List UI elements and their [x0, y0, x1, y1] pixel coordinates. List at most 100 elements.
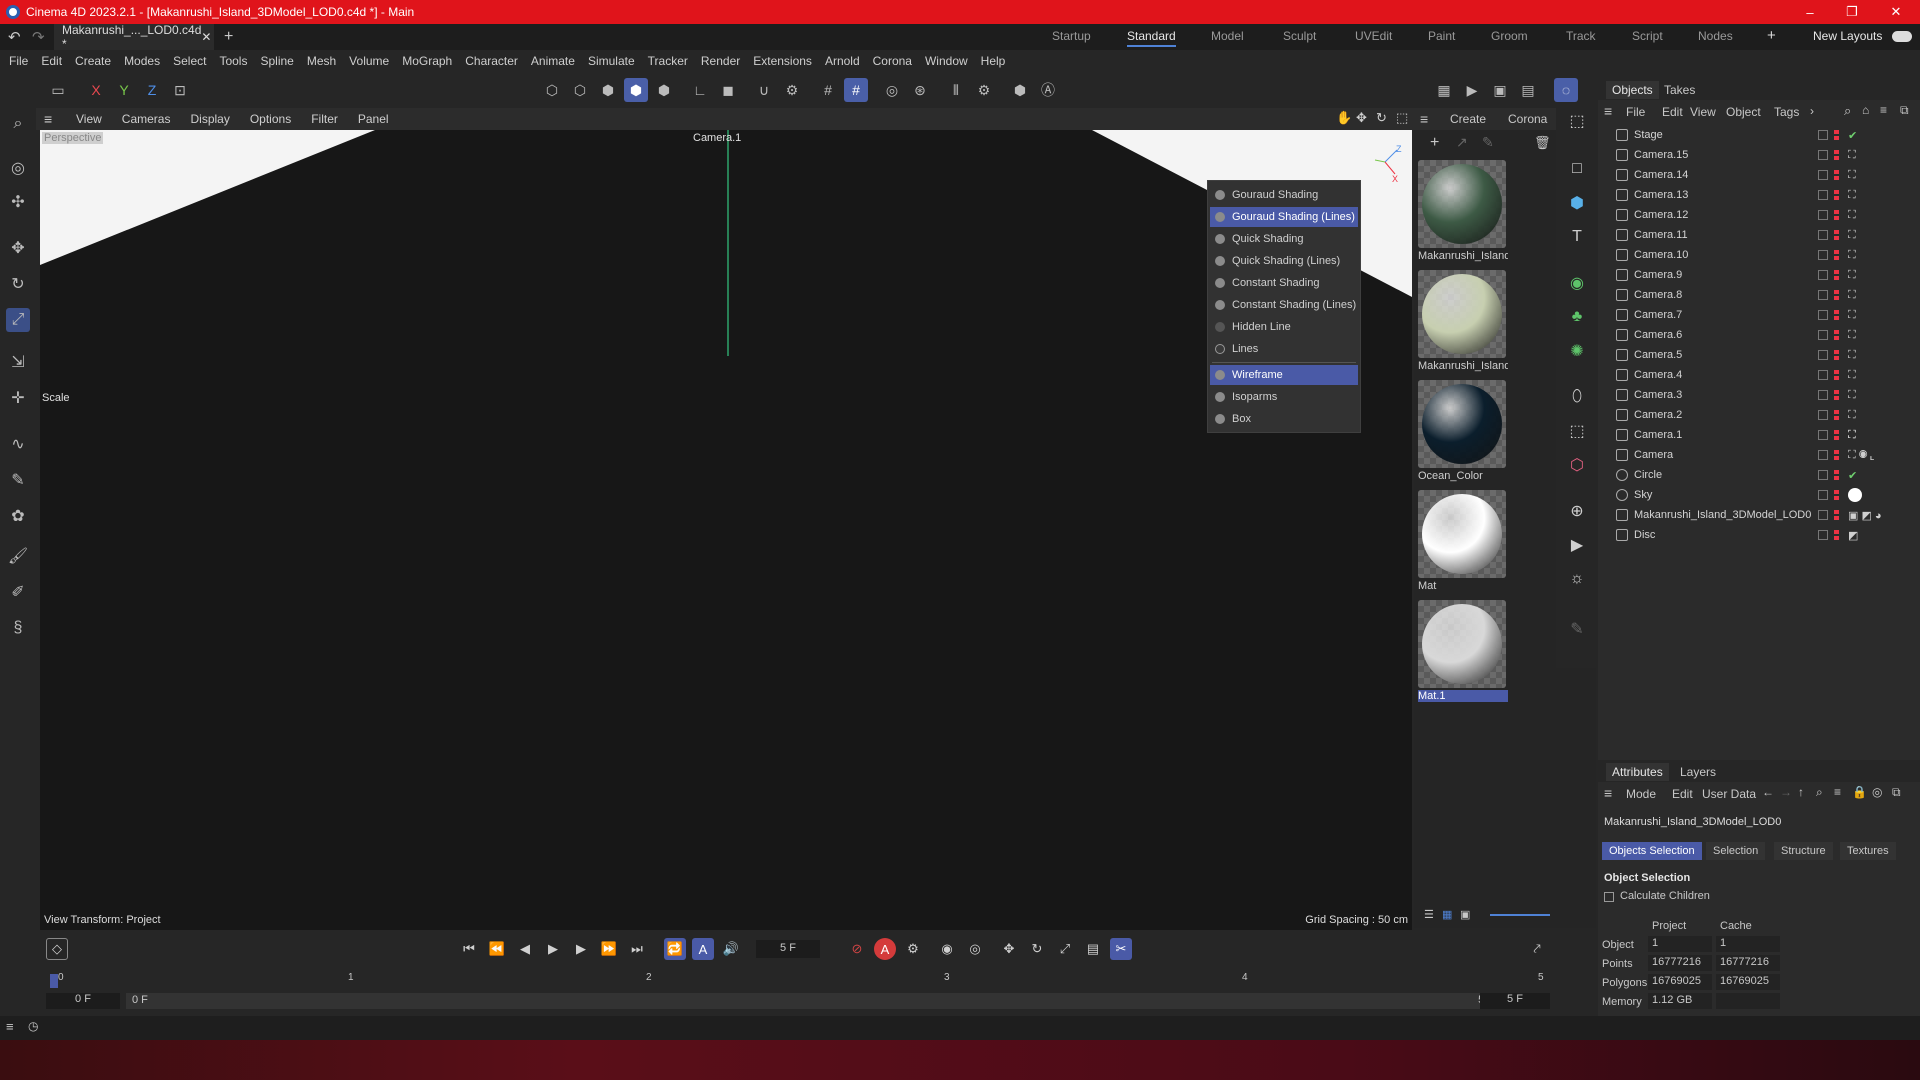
object-row-camera[interactable]: Camera.11 ⛶	[1604, 226, 1916, 244]
timeline-ruler[interactable]: 0 1 2 3 4 5	[48, 970, 1548, 990]
layout-script[interactable]: Script	[1632, 29, 1663, 43]
axis-z-lock[interactable]: Z	[140, 78, 164, 102]
sky-material-tag-icon[interactable]	[1848, 488, 1862, 502]
menu-item-gouraud-shading[interactable]: Gouraud Shading	[1210, 185, 1358, 205]
select-tool-icon[interactable]: ◎	[6, 156, 30, 180]
visibility-toggle[interactable]	[1818, 410, 1828, 420]
search-icon[interactable]: ⌕	[1816, 785, 1823, 800]
material-item[interactable]: Makanrushi_Island	[1418, 160, 1508, 266]
render-dots[interactable]	[1834, 530, 1839, 540]
filter-icon[interactable]: ≡	[1834, 785, 1841, 799]
render-dots[interactable]	[1834, 290, 1839, 300]
render-dots[interactable]	[1834, 390, 1839, 400]
edges-mode-icon[interactable]: ⬡	[568, 78, 592, 102]
edit-icon[interactable]: ✎	[1564, 616, 1590, 642]
visibility-toggle[interactable]	[1818, 210, 1828, 220]
menu-create[interactable]: Create	[75, 54, 111, 68]
layout-nodes[interactable]: Nodes	[1698, 29, 1733, 43]
menu-character[interactable]: Character	[465, 54, 518, 68]
status-menu-icon[interactable]: ≡	[6, 1019, 14, 1034]
menu-volume[interactable]: Volume	[349, 54, 389, 68]
target-tag-icon[interactable]: ⛶	[1848, 249, 1856, 262]
pan-view-icon[interactable]: ✋	[1336, 110, 1352, 126]
objects-menu-tags[interactable]: Tags	[1774, 105, 1799, 119]
search-icon[interactable]: ⌕	[1844, 103, 1851, 119]
target-tag-icon[interactable]: ⛶ ◉ ⌞	[1848, 449, 1875, 462]
coordinate-system-icon[interactable]: ⊡	[168, 78, 192, 102]
check-icon[interactable]: ✔	[1848, 129, 1857, 142]
menu-mograph[interactable]: MoGraph	[402, 54, 452, 68]
object-row-camera[interactable]: Camera.5 ⛶	[1604, 346, 1916, 364]
rotate-tool-icon[interactable]: ↻	[6, 272, 30, 296]
material-menu-create[interactable]: Create	[1450, 112, 1486, 126]
visibility-toggle[interactable]	[1818, 430, 1828, 440]
attributes-hamburger-icon[interactable]: ≡	[1604, 785, 1612, 801]
brush-icon[interactable]: 🖌	[6, 544, 30, 568]
object-row-camera[interactable]: Camera.12 ⛶	[1604, 206, 1916, 224]
menu-tracker[interactable]: Tracker	[648, 54, 688, 68]
live-selection-icon[interactable]: ✣	[6, 190, 30, 214]
forward-arrow-icon[interactable]: →	[1780, 785, 1792, 799]
undo-stack-icon[interactable]: ▭	[46, 78, 70, 102]
render-dots[interactable]	[1834, 470, 1839, 480]
material-arrow-icon[interactable]: ↗	[1456, 134, 1468, 151]
render-dots[interactable]	[1834, 430, 1839, 440]
scale-tool-icon[interactable]: ⤢	[6, 308, 30, 332]
go-to-end-icon[interactable]: ⏭	[626, 938, 648, 960]
menu-corona[interactable]: Corona	[873, 54, 912, 68]
search-icon[interactable]: ⌕	[6, 112, 30, 136]
object-row-camera[interactable]: Camera.14 ⛶	[1604, 166, 1916, 184]
object-row-camera[interactable]: Camera.2 ⛶	[1604, 406, 1916, 424]
settings-icon[interactable]: ◎	[1872, 785, 1882, 799]
render-dots[interactable]	[1834, 310, 1839, 320]
visibility-toggle[interactable]	[1818, 270, 1828, 280]
tab-attributes[interactable]: Attributes	[1606, 763, 1669, 781]
render-dots[interactable]	[1834, 250, 1839, 260]
object-row-camera[interactable]: Camera.1 ⛶	[1604, 426, 1916, 444]
min-frame-field[interactable]: 0 F	[46, 993, 120, 1009]
material-hamburger-icon[interactable]: ≡	[1420, 111, 1428, 127]
tab-takes[interactable]: Takes	[1664, 83, 1695, 97]
layout-startup[interactable]: Startup	[1052, 29, 1091, 43]
autokey-icon[interactable]: Ⓐ	[1036, 78, 1060, 102]
visibility-toggle[interactable]	[1818, 170, 1828, 180]
layout-track[interactable]: Track	[1566, 29, 1596, 43]
close-window-button[interactable]: ✕	[1876, 0, 1916, 24]
home-icon[interactable]: ⌂	[1862, 103, 1869, 117]
visibility-toggle[interactable]	[1818, 390, 1828, 400]
autokey-record-icon[interactable]: A	[874, 938, 896, 960]
visibility-toggle[interactable]	[1818, 530, 1828, 540]
render-dots[interactable]	[1834, 150, 1839, 160]
key-param-icon[interactable]: ⤢	[1054, 938, 1076, 960]
scene-node-icon[interactable]: ⬡	[1564, 452, 1590, 478]
render-dots[interactable]	[1834, 410, 1839, 420]
axis-y-lock[interactable]: Y	[112, 78, 136, 102]
maximize-button[interactable]: ❐	[1832, 0, 1872, 24]
symmetry-settings-icon[interactable]: ⚙	[972, 78, 996, 102]
object-row-stage[interactable]: Stage ✔	[1604, 126, 1916, 144]
visibility-toggle[interactable]	[1818, 490, 1828, 500]
active-camera-tag-icon[interactable]: ⛶	[1848, 429, 1856, 442]
object-row-island[interactable]: Makanrushi_Island_3DModel_LOD0 ▣ ◩ ◕	[1604, 506, 1916, 524]
render-to-viewer-icon[interactable]: ▶	[1460, 78, 1484, 102]
render-dots[interactable]	[1834, 270, 1839, 280]
menu-file[interactable]: File	[9, 54, 28, 68]
keyframe-icon[interactable]: ◇	[46, 938, 68, 960]
workplane-icon[interactable]: #	[844, 78, 868, 102]
objects-hamburger-icon[interactable]: ≡	[1604, 103, 1612, 119]
picture-viewer-icon[interactable]: ⬢	[1008, 78, 1032, 102]
snap-magnet-icon[interactable]: ∪	[752, 78, 776, 102]
menu-item-wireframe[interactable]: Wireframe	[1210, 365, 1358, 385]
rotate-view-icon[interactable]: ↻	[1376, 110, 1387, 126]
viewport-menu-cameras[interactable]: Cameras	[122, 112, 171, 126]
object-row-camera[interactable]: Camera.15 ⛶	[1604, 146, 1916, 164]
playhead[interactable]	[50, 974, 58, 988]
target-tag-icon[interactable]: ⛶	[1848, 349, 1856, 362]
render-dots[interactable]	[1834, 190, 1839, 200]
render-dots[interactable]	[1834, 450, 1839, 460]
layout-paint[interactable]: Paint	[1428, 29, 1455, 43]
menu-extensions[interactable]: Extensions	[753, 54, 812, 68]
menu-item-isoparms[interactable]: Isoparms	[1210, 387, 1358, 407]
menu-arnold[interactable]: Arnold	[825, 54, 860, 68]
key-lock-icon[interactable]: ◉	[936, 938, 958, 960]
